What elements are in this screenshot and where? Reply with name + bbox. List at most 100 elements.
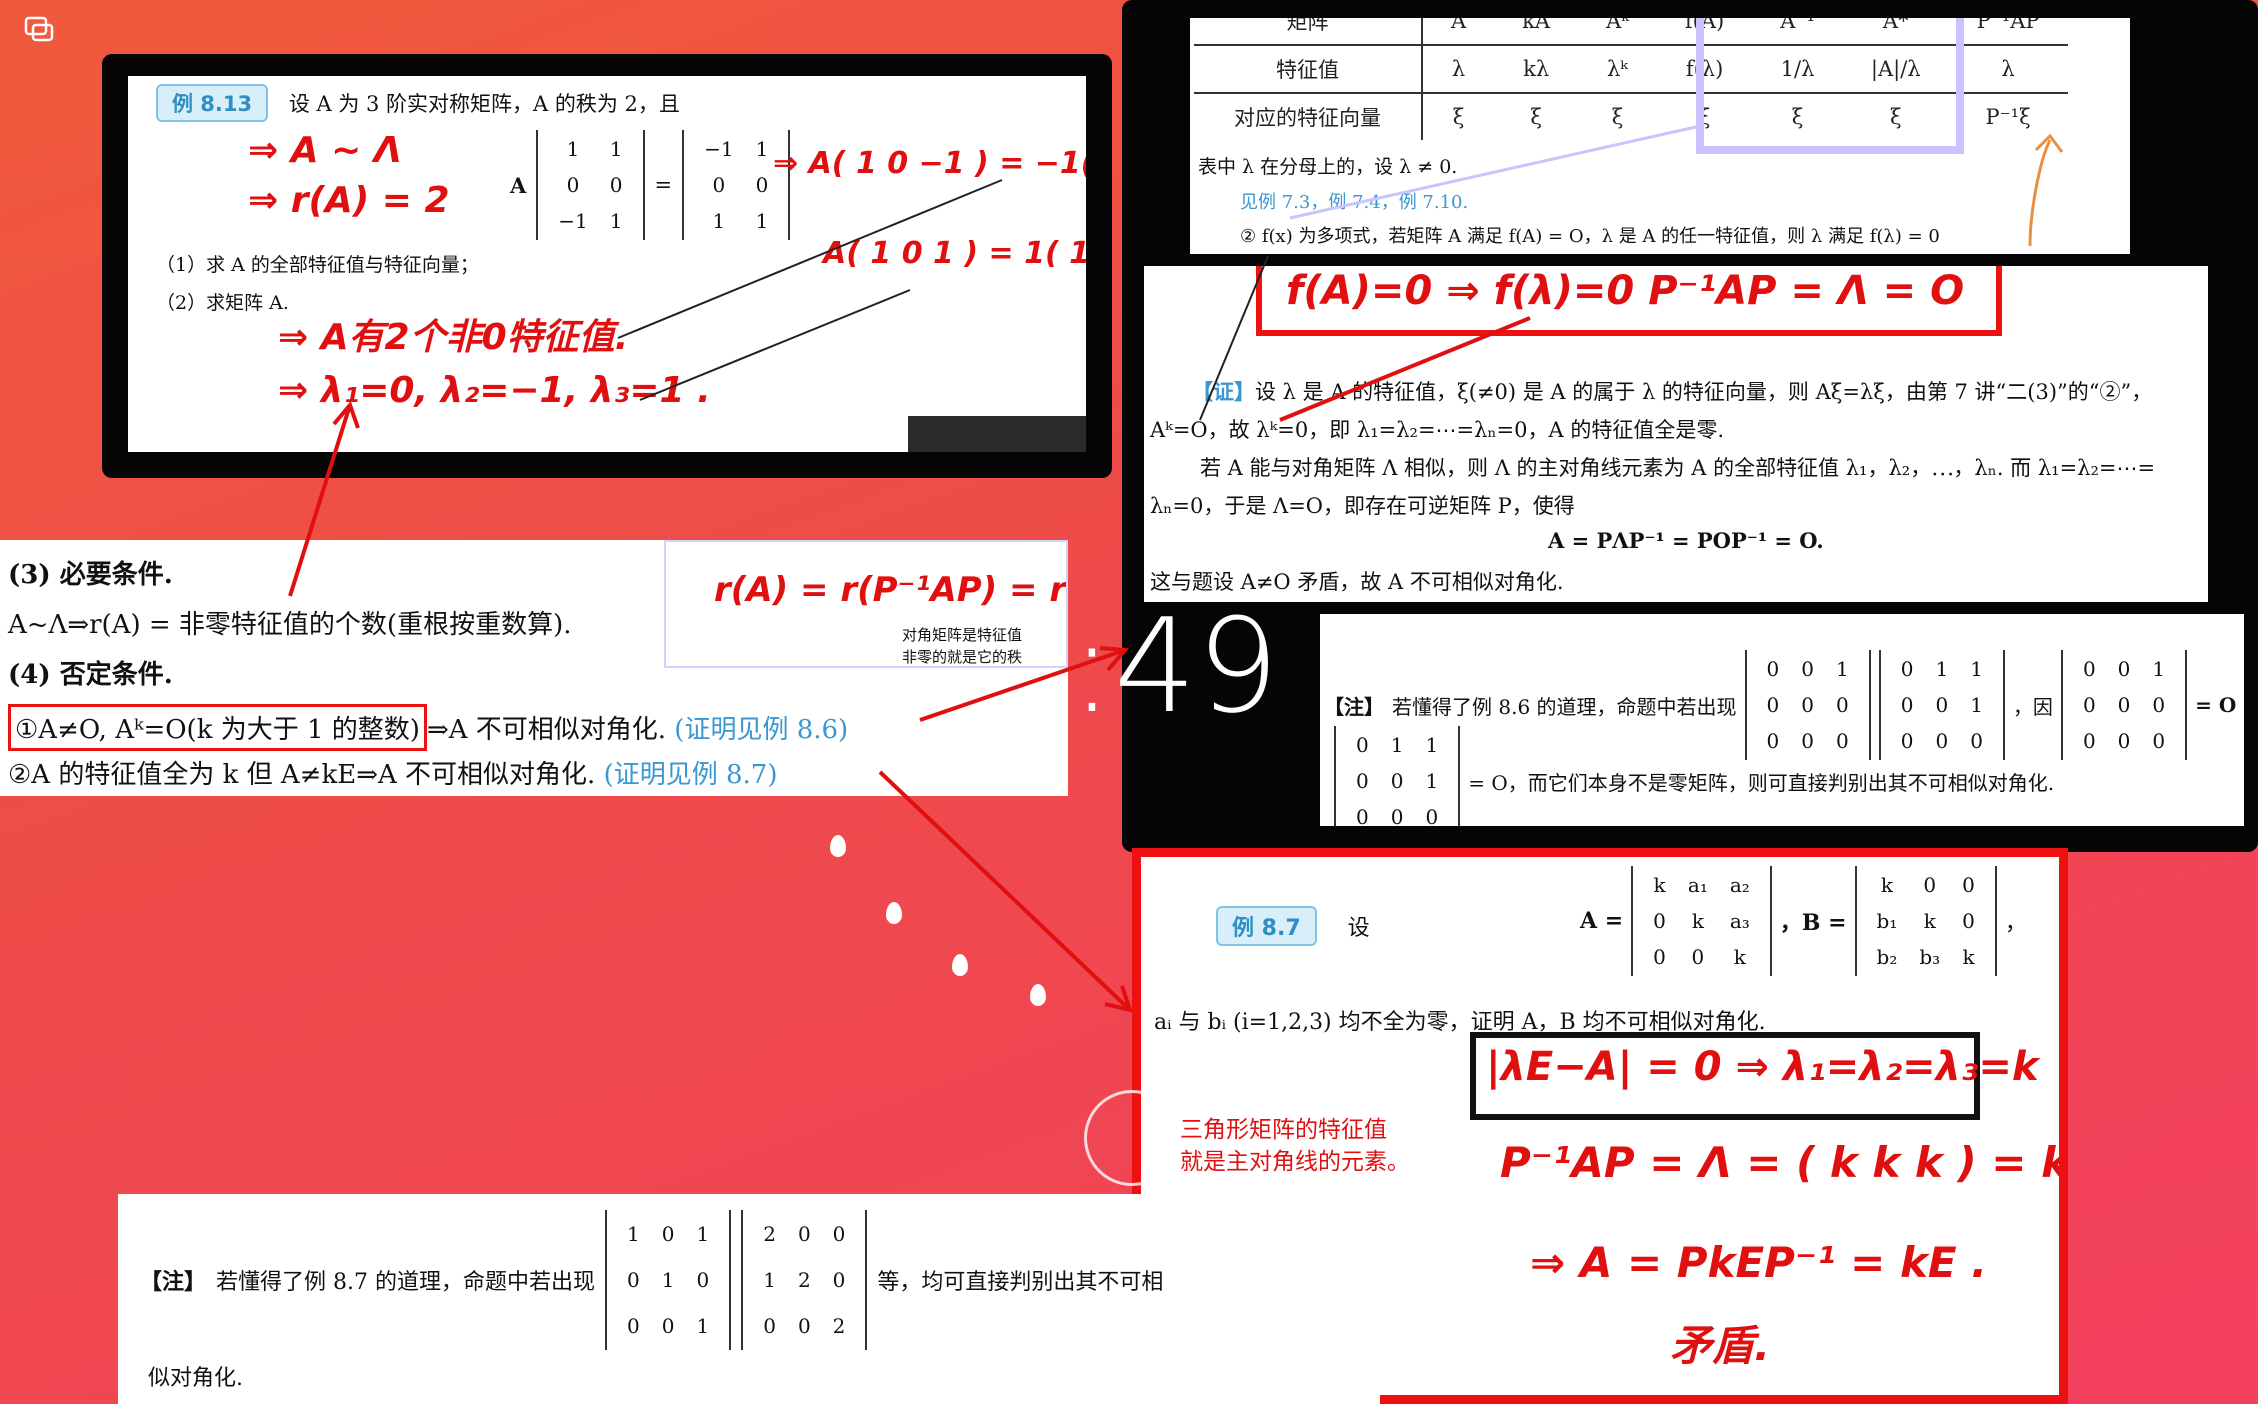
matrix-cell: 0 xyxy=(2082,657,2096,681)
matrix-cell: 0 xyxy=(2117,729,2131,753)
proof-link-8-6[interactable]: (证明见例 8.6) xyxy=(674,715,848,745)
matrix-cell: 0 xyxy=(627,1268,640,1292)
matrix-cell: 0 xyxy=(1356,733,1369,757)
table-row-header: 对应的特征向量 xyxy=(1194,92,1423,140)
table-footnote: 表中 λ 在分母上的，设 λ ≠ 0. xyxy=(1198,156,1458,178)
handwriting-eigenvalues: ⇒ λ₁=0, λ₂=−1, λ₃=1 . xyxy=(278,370,711,411)
note-8-6-panel: 【注】 若懂得了例 8.6 的道理，命题中若出现 001000000 01100… xyxy=(1320,614,2244,826)
matrix-cell: 1 xyxy=(609,209,623,233)
decor-drop xyxy=(830,835,846,857)
handwriting-two-nonzero: ⇒ A有2个非0特征值. xyxy=(278,317,629,358)
handwriting-similar: ⇒ A ~ Λ xyxy=(248,130,402,171)
rank-note-line-2: 非零的就是它的秩 xyxy=(902,648,1023,666)
matrix-cell: 1 xyxy=(2152,657,2166,681)
question-1: （1）求 A 的全部特征值与特征向量； xyxy=(156,254,479,276)
decor-drop xyxy=(886,902,902,924)
matrix-cell: 1 xyxy=(696,1222,710,1246)
table-cell: A xyxy=(1422,18,1495,45)
matrix-cell: 0 xyxy=(1836,693,1849,717)
matrix-a-label: A xyxy=(510,172,527,198)
matrix-cell: 0 xyxy=(1356,805,1369,826)
matrix-cell: 0 xyxy=(712,173,726,197)
matrix-cell: 1 xyxy=(1390,733,1404,757)
table-reference-link[interactable]: 见例 7.3，例 7.4，例 7.10. xyxy=(1240,188,1468,214)
matrix-cell: 1 xyxy=(566,137,580,161)
table-highlight-box xyxy=(1696,18,1964,154)
table-cell: P⁻¹ξ xyxy=(1948,92,2068,140)
scalar-eigen-condition: ②A 的特征值全为 k 但 A≠kE⇒A 不可相似对角化. xyxy=(8,760,596,790)
matrix-cell: 1 xyxy=(1425,733,1439,757)
note-8-6-matrix-3: 001000000 xyxy=(2060,650,2188,760)
handwriting-rank-identity: r(A) = r(P⁻¹AP) = r(Λ) xyxy=(714,570,1067,610)
matrix-cell: 0 xyxy=(627,1314,640,1338)
note-8-6-intro: 若懂得了例 8.6 的道理，命题中若出现 xyxy=(1392,694,1737,719)
example-8-13-panel: 例 8.13 设 A 为 3 阶实对称矩阵，A 的秩为 2，且 A 1 1 0 0 −1… xyxy=(128,76,1086,452)
matrix-cell: 0 xyxy=(2152,693,2166,717)
matrix-cell: 2 xyxy=(797,1268,811,1292)
matrix-cell: 0 xyxy=(1935,693,1949,717)
matrix-cell: 0 xyxy=(1425,805,1439,826)
eigen-table-panel: 矩阵 AkA Aᵏ f(A) A⁻¹ A* P⁻¹AP 特征值 λ kλ λᵏ f(λ) 1/λ |A|… xyxy=(1190,18,2130,254)
table-cell: P⁻¹AP xyxy=(1948,18,2068,45)
table-cell: Aᵏ xyxy=(1578,18,1657,45)
note-tag: 【注】 xyxy=(1324,694,1384,719)
matrix-cell: 0 xyxy=(696,1268,710,1292)
necessary-condition-heading: (3) 必要条件. xyxy=(8,560,173,590)
matrix-cell: 1 xyxy=(755,209,769,233)
note-8-6-because: ，因 xyxy=(2012,694,2053,719)
note-8-7-end: 似对角化. xyxy=(148,1366,243,1391)
matrix-cell: 1 xyxy=(1970,657,1983,681)
matrix-cell: 0 xyxy=(763,1314,776,1338)
matrix-cell: 1 xyxy=(1935,657,1949,681)
note-8-6-conclusion: = O，而它们本身不是零矩阵，则可直接判别出其不可相似对角化. xyxy=(1468,770,2055,795)
table-cell: ξ xyxy=(1578,92,1657,140)
matrix-cell: 0 xyxy=(832,1268,846,1292)
table-cell: kλ xyxy=(1494,44,1579,93)
proof-line-2: Aᵏ=O，故 λᵏ=0，即 λ₁=λ₂=⋯=λₙ=0，A 的特征值全是零. xyxy=(1150,418,1725,442)
note-8-7-tag: 【注】 xyxy=(140,1269,207,1295)
matrix-cell: 0 xyxy=(661,1222,675,1246)
question-2: （2）求矩阵 A. xyxy=(156,292,289,314)
note-8-7-panel: 【注】 若懂得了例 8.7 的道理，命题中若出现 101010001 20012… xyxy=(118,1194,1380,1404)
matrix-cell: 0 xyxy=(1390,805,1404,826)
matrix-cell: 0 xyxy=(1390,769,1404,793)
matrix-cell: 0 xyxy=(2117,657,2131,681)
rank-note-line-1: 对角矩阵是特征值 xyxy=(902,626,1023,644)
table-cell: kA xyxy=(1494,18,1579,45)
note-8-7-matrix-1: 101010001 xyxy=(605,1210,732,1350)
matrix-cell: 1 xyxy=(712,209,726,233)
matrix-cell: 1 xyxy=(627,1222,640,1246)
note-8-7-middle: 等，均可直接判别出其不可相 xyxy=(877,1270,1164,1295)
matrix-cell: 0 xyxy=(566,173,580,197)
handwriting-rank: ⇒ r(A) = 2 xyxy=(248,180,450,221)
matrix-cell: −1 xyxy=(704,137,734,161)
matrix-cell: 1 xyxy=(1425,769,1439,793)
decor-drop xyxy=(1030,984,1046,1006)
proof-line-1: 设 λ 是 A 的特征值，ξ(≠0) 是 A 的属于 λ 的特征向量，则 Aξ=… xyxy=(1255,380,2153,404)
necessary-condition-line: A~Λ⇒r(A) = 非零特征值的个数(重根按重数算). xyxy=(8,610,572,640)
table-cell: ξ xyxy=(1494,92,1579,140)
matrix-cell: 0 xyxy=(1900,657,1914,681)
table-cell: λ xyxy=(1948,44,2068,93)
note-8-7-intro: 若懂得了例 8.7 的道理，命题中若出现 xyxy=(216,1270,595,1295)
proof-link-8-7[interactable]: (证明见例 8.7) xyxy=(604,760,778,790)
matrix-cell: 2 xyxy=(763,1222,776,1246)
matrix-left: 1 1 0 0 −1 1 xyxy=(536,130,645,240)
table-row-header: 矩阵 xyxy=(1194,18,1423,45)
clock-digits: :49 xyxy=(1070,590,1280,742)
matrix-cell: 0 xyxy=(1766,693,1780,717)
video-thumbnail xyxy=(908,416,1086,452)
matrix-cell: 1 xyxy=(1970,693,1983,717)
nilpotent-condition: ①A≠O, Aᵏ=O(k 为大于 1 的整数) xyxy=(15,715,420,745)
note-8-6-equals-zero: = O xyxy=(2195,693,2237,717)
nilpotent-condition-box: ①A≠O, Aᵏ=O(k 为大于 1 的整数) xyxy=(8,704,427,751)
matrix-cell: 1 xyxy=(696,1314,710,1338)
proof-panel: f(A)=0 ⇒ f(λ)=0 P⁻¹AP = Λ = O 【证】设 λ 是 A… xyxy=(1144,266,2208,602)
matrix-cell: 0 xyxy=(661,1314,675,1338)
window-icon[interactable] xyxy=(24,16,54,42)
matrix-cell: 0 xyxy=(1801,693,1814,717)
matrix-cell: −1 xyxy=(558,209,588,233)
table-row-header: 特征值 xyxy=(1194,44,1423,93)
table-cell: λ xyxy=(1422,44,1495,93)
matrix-cell: 2 xyxy=(832,1314,846,1338)
